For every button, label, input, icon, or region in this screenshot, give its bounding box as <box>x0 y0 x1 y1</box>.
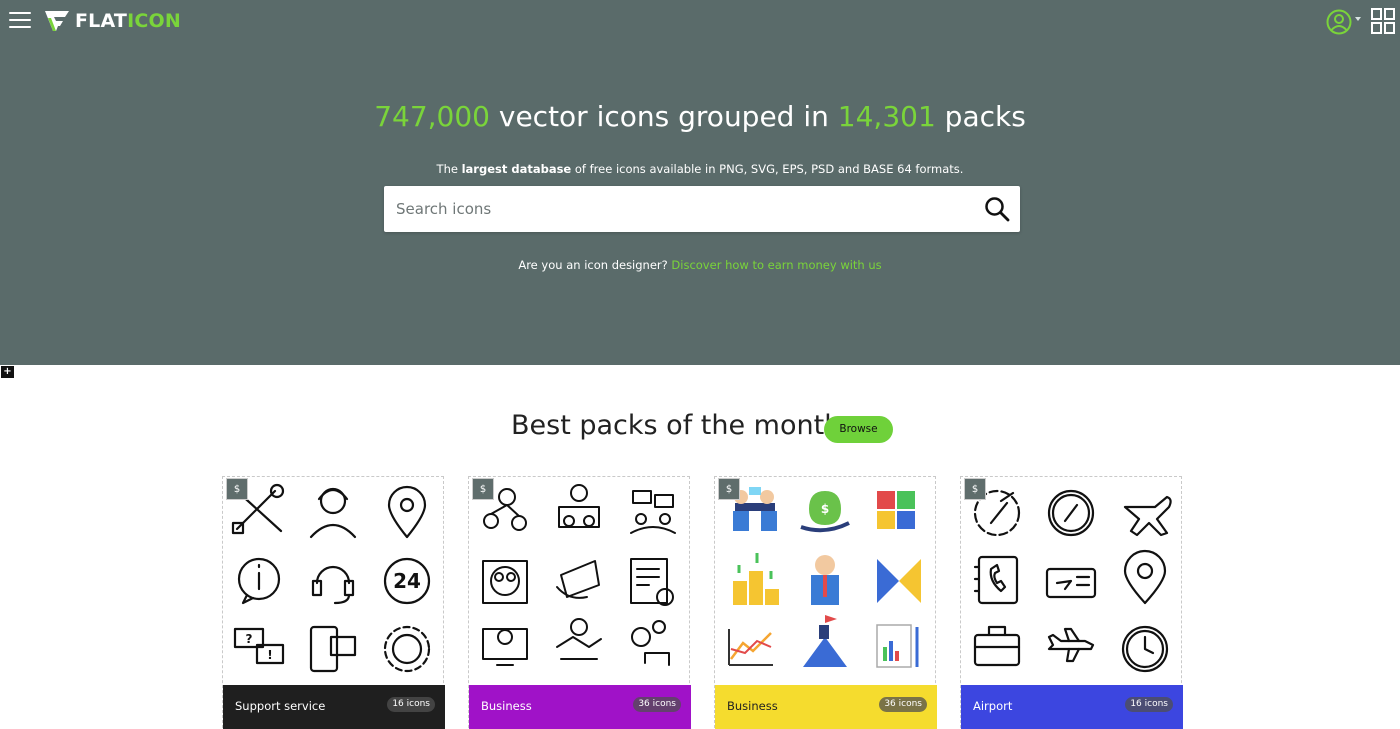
search-bar <box>384 186 1020 232</box>
pack-preview-icons <box>482 484 676 666</box>
svg-text:?: ? <box>246 632 253 646</box>
premium-badge: $ <box>226 478 248 500</box>
plus-icon[interactable]: + <box>1 366 14 378</box>
pack-name: Support service <box>235 699 326 713</box>
premium-badge: $ <box>718 478 740 500</box>
pack-preview-icons: 24 ? ! <box>231 483 431 673</box>
pack-name: Business <box>481 699 532 713</box>
premium-badge: $ <box>472 478 494 500</box>
user-account-icon[interactable] <box>1326 9 1352 35</box>
hero-subtitle: The largest database of free icons avail… <box>436 162 964 176</box>
svg-text:24: 24 <box>393 569 421 593</box>
flaticon-logo-icon <box>45 11 69 31</box>
designer-promo: Are you an icon designer? Discover how t… <box>518 258 882 272</box>
pack-preview-icons <box>973 489 1172 673</box>
svg-text:!: ! <box>267 648 272 662</box>
pack-footer: Airport 16 icons <box>961 685 1183 729</box>
browse-button[interactable]: Browse <box>824 416 893 443</box>
hero-headline: 747,000 vector icons grouped in 14,301 p… <box>374 100 1026 133</box>
packs-count: 14,301 <box>837 100 936 133</box>
pack-card-airport[interactable]: $ Airport 16 icons <box>960 476 1183 729</box>
search-icon[interactable] <box>984 196 1010 222</box>
pack-count-badge: 36 icons <box>879 697 927 712</box>
pack-card-business-yellow[interactable]: $ $ Business 36 icons <box>714 476 937 729</box>
hamburger-menu-icon[interactable] <box>9 12 31 30</box>
premium-badge: $ <box>964 478 986 500</box>
pack-count-badge: 16 icons <box>387 697 435 712</box>
pack-footer: Support service 16 icons <box>223 685 445 729</box>
section-title: Best packs of the month <box>511 410 842 441</box>
earn-money-link[interactable]: Discover how to earn money with us <box>671 258 881 272</box>
chevron-down-icon[interactable] <box>1355 17 1361 21</box>
pack-card-support-service[interactable]: 24 ? ! $ Support service 16 icons <box>222 476 445 729</box>
pack-card-business-purple[interactable]: $ Business 36 icons <box>468 476 691 729</box>
pack-preview-icons: $ <box>728 487 921 668</box>
svg-text:$: $ <box>821 502 829 516</box>
search-input[interactable] <box>396 186 976 232</box>
pack-footer: Business 36 icons <box>469 685 691 729</box>
pack-footer: Business 36 icons <box>715 685 937 729</box>
pack-count-badge: 16 icons <box>1125 697 1173 712</box>
apps-grid-icon[interactable] <box>1371 8 1395 34</box>
pack-count-badge: 36 icons <box>633 697 681 712</box>
flaticon-logo[interactable]: FLATICON <box>44 8 181 34</box>
pack-name: Airport <box>973 699 1013 713</box>
pack-name: Business <box>727 699 778 713</box>
hero-banner: FLATICON 747,000 vector icons grouped in… <box>0 0 1400 365</box>
icons-count: 747,000 <box>374 100 490 133</box>
logo-wordmark: FLATICON <box>75 10 181 32</box>
